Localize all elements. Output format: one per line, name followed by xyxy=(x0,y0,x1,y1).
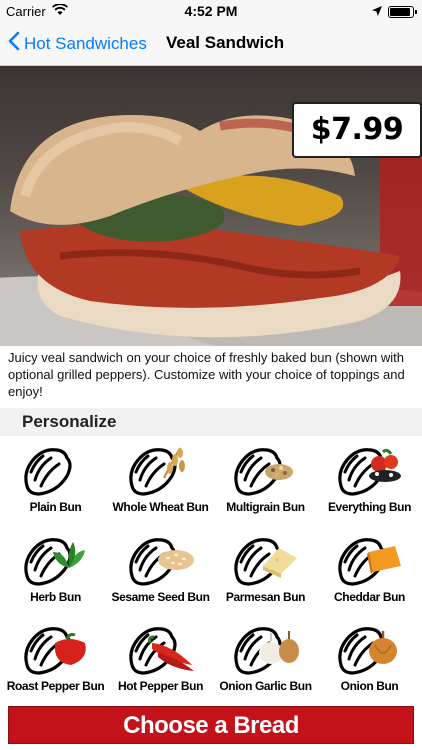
chevron-left-icon xyxy=(8,31,20,56)
bun-options-grid: Plain Bun Whole Wheat Bun Multigrain Bun Ev… xyxy=(0,440,422,702)
price-tag: $7.99 xyxy=(292,102,422,158)
bun-option-multigrain-bun[interactable]: Multigrain Bun xyxy=(213,440,318,528)
bun-option-hot-pepper-bun[interactable]: Hot Pepper Bun xyxy=(108,619,213,707)
location-arrow-icon xyxy=(372,4,382,19)
personalize-title: Personalize xyxy=(22,412,117,431)
bun-option-label: Roast Pepper Bun xyxy=(6,679,105,693)
bun-option-sesame-seed-bun[interactable]: Sesame Seed Bun xyxy=(108,530,213,618)
bun-option-label: Plain Bun xyxy=(29,500,82,514)
bun-option-onion-bun[interactable]: Onion Bun xyxy=(317,619,422,707)
bun-option-everything-bun[interactable]: Everything Bun xyxy=(317,440,422,528)
bun-icon xyxy=(129,627,194,675)
item-description: Juicy veal sandwich on your choice of fr… xyxy=(8,350,405,399)
bun-icon xyxy=(24,538,85,586)
back-button-label: Hot Sandwiches xyxy=(24,33,147,53)
bun-option-whole-wheat-bun[interactable]: Whole Wheat Bun xyxy=(108,440,213,528)
nav-bar: Hot Sandwiches Veal Sandwich xyxy=(0,22,422,66)
bun-icon xyxy=(338,538,401,586)
bun-icon xyxy=(129,447,185,496)
bun-icon xyxy=(234,538,297,586)
back-button[interactable]: Hot Sandwiches xyxy=(8,31,147,56)
status-right xyxy=(372,4,417,19)
bun-option-plain-bun[interactable]: Plain Bun xyxy=(3,440,108,528)
bun-option-label: Onion Bun xyxy=(340,679,399,693)
bun-option-label: Everything Bun xyxy=(327,500,412,514)
bun-icon xyxy=(129,538,194,586)
bun-icon xyxy=(234,448,293,496)
bun-option-label: Herb Bun xyxy=(30,590,81,604)
bun-icon xyxy=(24,627,86,675)
sandwich-photo: $7.99 xyxy=(0,66,422,346)
status-bar: Carrier 4:52 PM xyxy=(0,0,422,22)
bun-option-label: Whole Wheat Bun xyxy=(112,500,209,514)
bun-option-label: Hot Pepper Bun xyxy=(117,679,204,693)
bun-option-label: Onion Garlic Bun xyxy=(219,679,312,693)
page-title: Veal Sandwich xyxy=(166,33,285,52)
bun-option-label: Multigrain Bun xyxy=(226,500,305,514)
bun-option-label: Sesame Seed Bun xyxy=(111,590,210,604)
bun-option-onion-garlic-bun[interactable]: Onion Garlic Bun xyxy=(213,619,318,707)
choose-bread-button[interactable]: Choose a Bread xyxy=(8,706,414,744)
bun-option-label: Cheddar Bun xyxy=(334,590,405,604)
bun-option-herb-bun[interactable]: Herb Bun xyxy=(3,530,108,618)
bun-icon xyxy=(234,627,299,675)
bun-icon xyxy=(338,448,401,496)
battery-icon xyxy=(388,5,417,18)
bun-option-parmesan-bun[interactable]: Parmesan Bun xyxy=(213,530,318,618)
bun-option-roast-pepper-bun[interactable]: Roast Pepper Bun xyxy=(3,619,108,707)
bun-icon xyxy=(338,627,397,675)
bun-icon xyxy=(24,448,72,496)
personalize-header: Personalize xyxy=(0,408,422,436)
bun-option-cheddar-bun[interactable]: Cheddar Bun xyxy=(317,530,422,618)
status-time: 4:52 PM xyxy=(184,3,238,19)
bun-option-label: Parmesan Bun xyxy=(225,590,306,604)
